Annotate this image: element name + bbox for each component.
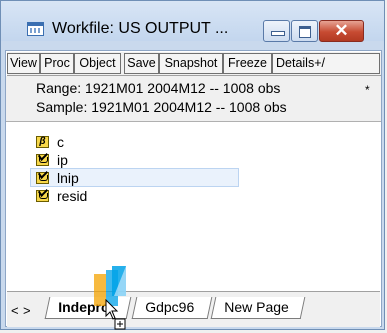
- title-bar[interactable]: Workfile: US OUTPUT ... ✕: [1, 1, 384, 42]
- series-icon: [36, 154, 49, 166]
- window-title: Workfile: US OUTPUT ...: [52, 20, 229, 37]
- minimize-button[interactable]: [263, 20, 290, 42]
- series-icon: [36, 172, 49, 184]
- close-button[interactable]: ✕: [319, 20, 364, 42]
- sample-text: Sample: 1921M01 2004M12 -- 1008 obs: [36, 99, 287, 115]
- tab-new-page[interactable]: New Page: [210, 297, 306, 319]
- range-text: Range: 1921M01 2004M12 -- 1008 obs: [36, 80, 281, 96]
- series-icon: [36, 190, 49, 202]
- minimize-icon: [271, 31, 285, 36]
- tab-prev-arrow[interactable]: <: [11, 303, 19, 318]
- page-tab-bar: < > Indepro Gdpc96 New Page: [7, 291, 380, 327]
- coefficient-icon: β: [36, 136, 49, 148]
- view-button[interactable]: View: [7, 53, 40, 74]
- tab-gdpc96[interactable]: Gdpc96: [131, 297, 213, 319]
- save-button[interactable]: Save: [124, 53, 159, 74]
- object-resid[interactable]: resid: [36, 188, 87, 206]
- workfile-icon: [27, 22, 44, 36]
- object-lnip[interactable]: lnip: [36, 170, 79, 188]
- toolbar: View Proc Object Save Snapshot Freeze De…: [7, 52, 381, 76]
- maximize-icon: [299, 26, 311, 38]
- object-label: lnip: [57, 170, 79, 186]
- freeze-button[interactable]: Freeze: [223, 53, 272, 74]
- object-label: ip: [57, 152, 68, 168]
- close-icon: ✕: [334, 21, 349, 40]
- object-label: c: [57, 134, 64, 150]
- proc-button[interactable]: Proc: [40, 53, 74, 74]
- workfile-window: Workfile: US OUTPUT ... ✕ View Proc Obje…: [0, 0, 385, 330]
- details-button[interactable]: Details+/: [272, 53, 380, 74]
- maximize-button[interactable]: [291, 20, 318, 42]
- object-ip[interactable]: ip: [36, 152, 68, 170]
- object-button[interactable]: Object: [74, 53, 121, 74]
- workfile-client: View Proc Object Save Snapshot Freeze De…: [5, 50, 382, 327]
- modified-marker: *: [365, 83, 370, 97]
- object-c[interactable]: βc: [36, 134, 64, 152]
- snapshot-button[interactable]: Snapshot: [159, 53, 223, 74]
- drag-copy-cursor-icon: [105, 299, 126, 330]
- tab-next-arrow[interactable]: >: [23, 303, 31, 318]
- object-label: resid: [57, 188, 88, 204]
